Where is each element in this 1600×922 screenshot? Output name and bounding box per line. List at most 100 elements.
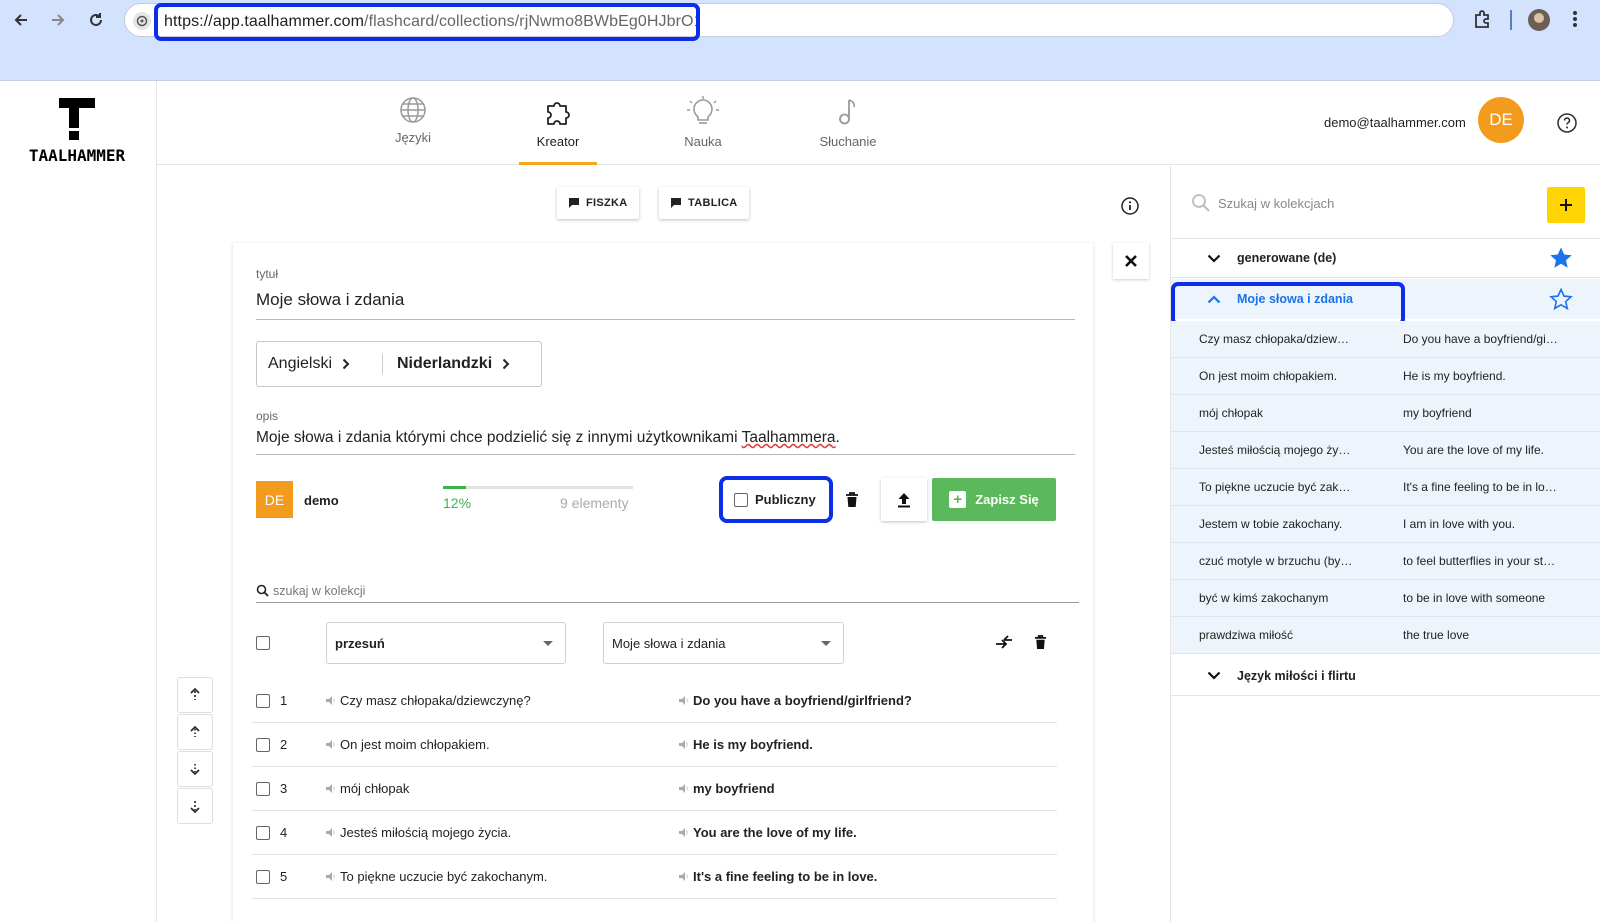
owner-avatar: DE bbox=[256, 481, 293, 518]
collection-name: Język miłości i flirtu bbox=[1237, 668, 1356, 683]
collections-search-placeholder: Szukaj w kolekcjach bbox=[1218, 195, 1335, 211]
move-down-button[interactable] bbox=[177, 751, 213, 787]
flashcard-row[interactable]: 1 Czy masz chłopaka/dziewczynę? Do you h… bbox=[252, 679, 1057, 723]
language-selector[interactable]: Angielski Niderlandzki bbox=[256, 341, 542, 387]
help-icon[interactable] bbox=[1556, 112, 1578, 134]
row-checkbox[interactable] bbox=[256, 737, 270, 752]
row-checkbox[interactable] bbox=[256, 781, 270, 796]
lightbulb-icon bbox=[687, 96, 719, 124]
music-note-icon bbox=[839, 99, 855, 125]
item-back: It's a fine feeling to be in lo… bbox=[1403, 480, 1557, 494]
collection-search-input[interactable]: szukaj w kolekcji bbox=[256, 579, 1079, 603]
address-bar[interactable]: https://app.taalhammer.com/flashcard/col… bbox=[124, 3, 1454, 41]
item-front: Jestem w tobie zakochany. bbox=[1199, 517, 1343, 531]
profile-avatar[interactable] bbox=[1528, 9, 1550, 31]
row-number: 4 bbox=[280, 825, 288, 840]
flashcard-row[interactable]: 5 To piękne uczucie być zakochanym. It's… bbox=[252, 855, 1057, 899]
chevron-down-icon bbox=[1207, 254, 1221, 263]
collection-item[interactable]: Czy masz chłopaka/dziew… Do you have a bo… bbox=[1171, 321, 1600, 358]
front-text: Jesteś miłością mojego życia. bbox=[340, 825, 512, 840]
lang-to[interactable]: Niderlandzki bbox=[397, 355, 510, 373]
tab-kreator[interactable]: Kreator bbox=[513, 81, 603, 165]
extensions-icon[interactable] bbox=[1472, 9, 1492, 29]
double-chevron-down-icon bbox=[190, 801, 200, 813]
lang-from[interactable]: Angielski bbox=[257, 355, 382, 373]
row-checkbox[interactable] bbox=[256, 825, 270, 840]
double-chevron-up-icon bbox=[190, 688, 200, 700]
move-top-button[interactable] bbox=[177, 677, 213, 713]
swap-icon[interactable] bbox=[994, 634, 1014, 650]
highlight-box bbox=[1171, 282, 1405, 326]
front-text: mój chłopak bbox=[340, 781, 410, 796]
collection-item[interactable]: mój chłopak my boyfriend bbox=[1171, 395, 1600, 432]
close-button[interactable] bbox=[1113, 243, 1149, 279]
chevron-right-icon bbox=[342, 358, 350, 370]
flashcard-row[interactable]: 4 Jesteś miłością mojego życia. You are … bbox=[252, 811, 1057, 855]
item-front: czuć motyle w brzuchu (by… bbox=[1199, 554, 1353, 568]
speaker-icon bbox=[326, 784, 335, 793]
collection-item[interactable]: czuć motyle w brzuchu (by… to feel butter… bbox=[1171, 543, 1600, 580]
fiszka-button[interactable]: FISZKA bbox=[557, 187, 639, 219]
select-all-checkbox[interactable] bbox=[256, 636, 270, 650]
collection-item[interactable]: Jestem w tobie zakochany. I am in love wi… bbox=[1171, 506, 1600, 543]
description-input[interactable]: Moje słowa i zdania którymi chce podziel… bbox=[256, 429, 1075, 455]
collection-item[interactable]: prawdziwa miłość the true love bbox=[1171, 617, 1600, 654]
chevron-up-icon bbox=[190, 725, 200, 737]
back-icon[interactable] bbox=[9, 8, 33, 32]
tab-sluchanie[interactable]: Słuchanie bbox=[803, 81, 893, 165]
add-collection-button[interactable] bbox=[1547, 187, 1585, 223]
description-text: Moje słowa i zdania którymi chce podziel… bbox=[256, 429, 742, 446]
url-path: /flashcard/collections/rjNwmo8BWbEg0HJbr… bbox=[364, 13, 700, 30]
collection-group[interactable]: Język miłości i flirtu bbox=[1171, 656, 1600, 696]
item-back: Do you have a boyfriend/gi… bbox=[1403, 332, 1558, 346]
editor-area: FISZKA TABLICA tytuł Moje słowa i zdania… bbox=[157, 166, 1169, 922]
bulk-delete-icon[interactable] bbox=[1034, 635, 1047, 650]
public-checkbox[interactable] bbox=[734, 492, 748, 507]
tablica-button[interactable]: TABLICA bbox=[659, 187, 749, 219]
forward-icon[interactable] bbox=[46, 8, 70, 32]
tab-nauka[interactable]: Nauka bbox=[658, 81, 748, 165]
star-filled-icon bbox=[1550, 247, 1572, 268]
collection-group[interactable]: generowane (de) bbox=[1171, 238, 1600, 278]
lang-from-label: Angielski bbox=[268, 355, 333, 372]
export-button[interactable] bbox=[881, 478, 927, 521]
globe-icon bbox=[400, 97, 426, 123]
chevron-down-icon bbox=[1207, 671, 1221, 680]
front-text: On jest moim chłopakiem. bbox=[340, 737, 490, 752]
flashcard-row[interactable]: 2 On jest moim chłopakiem. He is my boyf… bbox=[252, 723, 1057, 767]
delete-collection-button[interactable] bbox=[837, 478, 867, 521]
action-select[interactable]: przesuń bbox=[326, 622, 566, 664]
info-icon[interactable] bbox=[1120, 196, 1140, 216]
speaker-icon bbox=[326, 696, 335, 705]
collection-item[interactable]: On jest moim chłopakiem. He is my boyfrie… bbox=[1171, 358, 1600, 395]
tab-jezyki[interactable]: Języki bbox=[368, 81, 458, 165]
site-info-icon[interactable] bbox=[133, 12, 151, 30]
search-icon bbox=[256, 584, 269, 597]
move-up-button[interactable] bbox=[177, 714, 213, 750]
speaker-icon bbox=[326, 828, 335, 837]
flashcard-row[interactable]: 3 mój chłopak my boyfriend bbox=[252, 767, 1057, 811]
target-collection-select[interactable]: Moje słowa i zdania bbox=[603, 622, 844, 664]
plus-icon: + bbox=[949, 491, 967, 508]
move-bottom-button[interactable] bbox=[177, 788, 213, 824]
speaker-icon bbox=[679, 740, 688, 749]
collections-search-input[interactable]: Szukaj w kolekcjach bbox=[1191, 193, 1334, 213]
collection-item[interactable]: To piękne uczucie być zak… It's a fine fe… bbox=[1171, 469, 1600, 506]
app: TAALHAMMER Języki Kreator Nauka Słuchani… bbox=[0, 81, 1600, 922]
title-input[interactable]: Moje słowa i zdania bbox=[256, 290, 1075, 320]
taalhammer-logo[interactable]: TAALHAMMER bbox=[14, 98, 140, 165]
row-checkbox[interactable] bbox=[256, 869, 270, 884]
back-text: It's a fine feeling to be in love. bbox=[693, 869, 878, 884]
reload-icon[interactable] bbox=[84, 8, 108, 32]
collection-item[interactable]: być w kimś zakochanym to be in love with … bbox=[1171, 580, 1600, 617]
flashcard-list: 1 Czy masz chłopaka/dziewczynę? Do you h… bbox=[252, 679, 1057, 899]
subscribe-button[interactable]: + Zapisz Się bbox=[932, 478, 1056, 521]
url-text[interactable]: https://app.taalhammer.com/flashcard/col… bbox=[154, 3, 700, 41]
row-checkbox[interactable] bbox=[256, 693, 270, 708]
public-toggle[interactable]: Publiczny bbox=[719, 476, 833, 523]
user-avatar[interactable]: DE bbox=[1478, 97, 1524, 143]
caret-down-icon bbox=[543, 640, 553, 646]
collection-item[interactable]: Jesteś miłością mojego ży… You are the lo… bbox=[1171, 432, 1600, 469]
speaker-icon bbox=[679, 828, 688, 837]
browser-menu-icon[interactable] bbox=[1572, 8, 1578, 30]
